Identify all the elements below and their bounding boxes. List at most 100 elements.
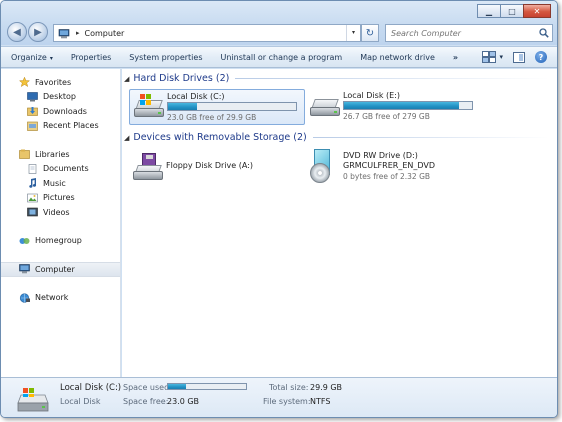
properties-button[interactable]: Properties — [71, 53, 111, 62]
nav-desktop[interactable]: Desktop — [1, 90, 120, 105]
refresh-button[interactable]: ↻ — [361, 24, 379, 42]
more-commands-button[interactable]: » — [453, 53, 458, 62]
system-properties-button[interactable]: System properties — [129, 53, 202, 62]
drive-free-space: 26.7 GB free of 279 GB — [343, 112, 430, 121]
space-used-bar — [167, 383, 247, 390]
title-bar: ▁ □ ✕ ◀ ▶ ▸ Computer ▾ ↻ — [1, 1, 557, 45]
group-divider — [312, 137, 549, 138]
drive-local-disk-e[interactable]: Local Disk (E:) 26.7 GB free of 279 GB — [306, 89, 482, 125]
total-size-label: Total size: — [269, 383, 309, 392]
address-dropdown-button[interactable]: ▾ — [346, 25, 360, 41]
content-area: ◢ Hard Disk Drives (2) Local Disk (C:) 2… — [122, 69, 557, 377]
uninstall-program-button[interactable]: Uninstall or change a program — [221, 53, 343, 62]
file-system-label: File system: — [263, 397, 311, 406]
drive-dvd-d[interactable]: DVD RW Drive (D:) GRMCULFRER_EN_DVD 0 by… — [306, 149, 482, 185]
group-divider — [235, 78, 549, 79]
nav-recent-places[interactable]: Recent Places — [1, 119, 120, 134]
search-box[interactable] — [385, 24, 553, 42]
address-bar[interactable]: ▸ Computer ▾ — [53, 24, 361, 42]
total-size-value: 29.9 GB — [310, 383, 343, 392]
drive-usage-bar — [343, 101, 473, 110]
system-drive-icon — [134, 94, 164, 122]
drive-floppy-a[interactable]: Floppy Disk Drive (A:) — [129, 149, 305, 185]
computer-icon — [19, 264, 30, 274]
nav-network[interactable]: Network — [1, 291, 120, 306]
nav-downloads-label: Downloads — [43, 106, 87, 116]
refresh-icon: ↻ — [365, 27, 375, 39]
drive-name: DVD RW Drive (D:) — [343, 151, 418, 160]
space-used-label: Space used: — [123, 383, 172, 392]
pictures-icon — [27, 193, 38, 203]
nav-videos[interactable]: Videos — [1, 205, 120, 220]
nav-documents[interactable]: Documents — [1, 162, 120, 177]
dvd-drive-icon — [310, 149, 340, 183]
nav-music[interactable]: Music — [1, 176, 120, 191]
nav-videos-label: Videos — [43, 207, 70, 217]
breadcrumb-separator[interactable]: ▸ — [76, 29, 80, 37]
desktop-icon — [27, 91, 38, 102]
group-header-removable-storage[interactable]: ◢ Devices with Removable Storage (2) — [122, 132, 557, 143]
help-icon[interactable]: ? — [535, 51, 547, 63]
view-options-dropdown[interactable]: ▾ — [499, 53, 503, 61]
network-icon — [19, 293, 30, 303]
back-button[interactable]: ◀ — [7, 22, 27, 42]
organize-label: Organize — [11, 52, 47, 62]
map-network-drive-button[interactable]: Map network drive — [360, 53, 435, 62]
drive-name: Floppy Disk Drive (A:) — [166, 161, 254, 170]
nav-favorites-label: Favorites — [35, 77, 72, 87]
recent-places-icon — [27, 121, 38, 131]
explorer-window: ▁ □ ✕ ◀ ▶ ▸ Computer ▾ ↻ Organize▾ — [0, 0, 558, 418]
preview-pane-icon[interactable] — [513, 51, 525, 63]
close-button[interactable]: ✕ — [523, 4, 551, 18]
drive-free-space: 0 bytes free of 2.32 GB — [343, 172, 431, 181]
nav-computer-label: Computer — [35, 264, 75, 274]
group-header-label: Devices with Removable Storage (2) — [133, 132, 307, 143]
floppy-drive-icon — [133, 153, 163, 181]
caption-buttons: ▁ □ ✕ — [477, 4, 551, 18]
search-input[interactable] — [391, 28, 531, 38]
nav-pictures[interactable]: Pictures — [1, 191, 120, 206]
details-drive-name: Local Disk (C:) — [60, 383, 122, 393]
drive-usage-bar — [167, 102, 297, 111]
space-free-value: 23.0 GB — [167, 397, 200, 406]
drive-name: Local Disk (C:) — [167, 92, 225, 101]
drive-name: Local Disk (E:) — [343, 91, 400, 100]
homegroup-icon — [19, 236, 30, 246]
nav-favorites[interactable]: Favorites — [1, 75, 120, 90]
details-drive-type: Local Disk — [60, 397, 101, 406]
videos-icon — [27, 207, 38, 217]
libraries-icon — [19, 149, 30, 160]
nav-pictures-label: Pictures — [43, 193, 75, 203]
hard-drive-icon — [310, 93, 340, 121]
drive-local-disk-c[interactable]: Local Disk (C:) 23.0 GB free of 29.9 GB — [129, 89, 305, 125]
collapse-triangle-icon[interactable]: ◢ — [124, 134, 129, 142]
command-bar-right: ▾ ? — [472, 51, 547, 63]
nav-downloads[interactable]: Downloads — [1, 104, 120, 119]
navigation-pane: Favorites Desktop Downloads Recent Place… — [1, 69, 121, 377]
nav-homegroup-label: Homegroup — [35, 236, 82, 246]
minimize-button[interactable]: ▁ — [477, 4, 501, 18]
nav-network-label: Network — [35, 293, 69, 303]
nav-libraries[interactable]: Libraries — [1, 147, 120, 162]
drive-free-space: 23.0 GB free of 29.9 GB — [167, 113, 257, 122]
group-header-hard-disk-drives[interactable]: ◢ Hard Disk Drives (2) — [122, 73, 557, 84]
music-icon — [27, 178, 38, 189]
change-view-icon[interactable] — [482, 51, 497, 63]
forward-button[interactable]: ▶ — [28, 22, 48, 42]
nav-libraries-label: Libraries — [35, 149, 70, 159]
documents-icon — [27, 163, 38, 174]
search-icon[interactable] — [539, 28, 549, 38]
downloads-icon — [27, 106, 38, 117]
collapse-triangle-icon[interactable]: ◢ — [124, 75, 129, 83]
nav-desktop-label: Desktop — [43, 92, 76, 102]
maximize-button[interactable]: □ — [500, 4, 524, 18]
system-drive-icon — [15, 387, 49, 413]
organize-button[interactable]: Organize ▾ — [11, 53, 53, 62]
nav-homegroup[interactable]: Homegroup — [1, 234, 120, 249]
breadcrumb-computer[interactable]: Computer — [85, 29, 125, 38]
nav-computer[interactable]: Computer — [1, 262, 120, 277]
dvd-volume-label: GRMCULFRER_EN_DVD — [343, 161, 436, 170]
